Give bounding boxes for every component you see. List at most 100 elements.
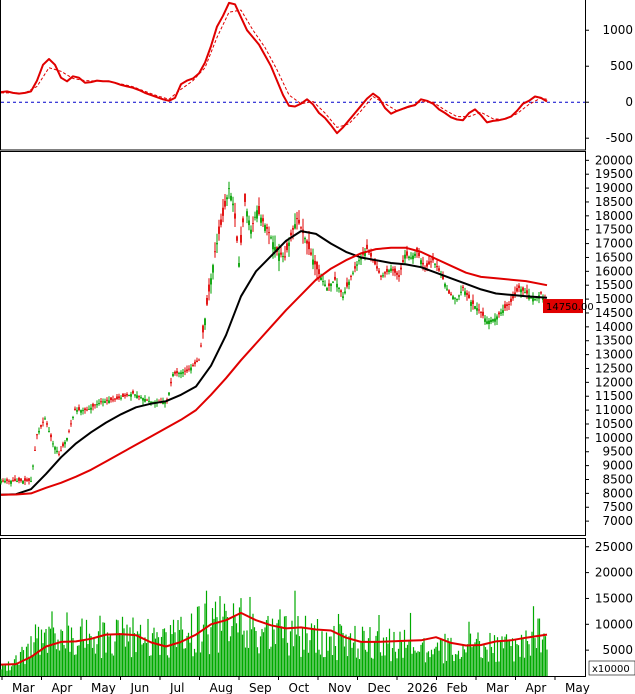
volume-bar	[369, 627, 371, 676]
candle-body	[486, 321, 488, 324]
candle-body	[384, 272, 386, 274]
volume-bar	[487, 661, 490, 676]
volume-bar	[457, 650, 460, 676]
volume-bar	[393, 631, 395, 676]
volume-bar	[522, 638, 524, 676]
volume-bar	[247, 647, 250, 676]
candle-body	[294, 224, 296, 229]
volume-bar	[355, 657, 358, 676]
volume-bar	[213, 618, 215, 676]
volume-bar	[390, 661, 392, 676]
volume-bar	[15, 655, 17, 676]
candle-body	[348, 281, 350, 285]
candle-body	[458, 295, 460, 297]
volume-bar	[420, 644, 422, 676]
volume-bar	[18, 664, 20, 676]
candle-body	[20, 478, 22, 481]
volume-bar	[489, 632, 491, 676]
volume-bar	[67, 625, 70, 676]
candle-body	[378, 270, 380, 273]
volume-bar	[543, 633, 545, 676]
candle-body	[266, 227, 268, 229]
x-tick-label: Mar	[12, 681, 35, 694]
candle-body	[436, 266, 438, 268]
volume-bar	[90, 635, 92, 676]
volume-bar	[409, 612, 412, 676]
volume-bar	[16, 663, 19, 676]
volume-bar	[463, 649, 466, 676]
candle-body	[314, 260, 316, 265]
volume-bar	[456, 654, 458, 676]
volume-bar	[66, 612, 68, 676]
volume-bar	[40, 629, 43, 676]
candle-body	[104, 401, 106, 403]
volume-bar	[136, 631, 139, 676]
volume-bar	[70, 627, 73, 676]
candle-body	[500, 312, 502, 314]
candle-body	[176, 371, 178, 374]
volume-bar	[142, 643, 145, 676]
candle-body	[344, 291, 346, 294]
volume-bar	[301, 628, 304, 676]
volume-bar	[483, 645, 485, 676]
candle-body	[236, 236, 238, 241]
oscillator-line-2	[1, 9, 548, 128]
candle-body	[18, 477, 20, 481]
volume-bar	[246, 630, 248, 676]
volume-bar	[352, 642, 355, 676]
volume-bar	[265, 620, 268, 676]
volume-bar	[495, 661, 497, 676]
candle-body	[28, 478, 30, 481]
candle-body	[206, 297, 208, 305]
volume-bar	[241, 634, 244, 676]
candle-body	[502, 310, 504, 313]
volume-bar	[445, 660, 448, 676]
candle-body	[138, 396, 140, 398]
candle-body	[244, 193, 246, 202]
volume-bar	[145, 642, 148, 676]
candle-body	[462, 286, 464, 288]
price-y-tick-label: 17500	[595, 223, 633, 237]
volume-bar	[64, 648, 67, 676]
volume-bar	[460, 656, 463, 676]
volume-bar	[141, 644, 143, 676]
volume-bar	[415, 652, 418, 676]
candle-body	[132, 391, 134, 394]
volume-bar	[97, 631, 100, 676]
candle-body	[122, 393, 124, 397]
candle-body	[182, 372, 184, 374]
volume-bar	[318, 649, 320, 676]
candle-body	[8, 480, 10, 482]
candle-body	[190, 367, 192, 371]
candle-body	[80, 410, 82, 413]
price-y-tick-label: 16500	[595, 250, 633, 264]
volume-bar	[403, 629, 406, 676]
candle-body	[6, 479, 8, 481]
candle-body	[246, 211, 248, 217]
volume-bar	[124, 646, 127, 676]
volume-bar	[504, 636, 506, 676]
candle-body	[504, 304, 506, 309]
candle-body	[26, 479, 28, 481]
volume-bar	[240, 598, 242, 676]
volume-bar	[235, 623, 238, 676]
candle-body	[112, 399, 114, 401]
candle-body	[410, 257, 412, 259]
price-y-tick-label: 9500	[602, 445, 633, 459]
candle-body	[284, 256, 286, 258]
volume-bar	[151, 633, 154, 676]
volume-bar	[175, 647, 178, 676]
volume-bar	[370, 657, 373, 676]
volume-bar	[205, 590, 208, 676]
candle-body	[82, 410, 84, 412]
volume-bar	[544, 636, 547, 676]
volume-bar	[138, 633, 140, 676]
candle-body	[522, 287, 524, 291]
candle-body	[88, 408, 90, 410]
candle-body	[358, 260, 360, 262]
candle-body	[298, 219, 300, 224]
volume-bar	[282, 638, 284, 676]
volume-bar	[229, 636, 232, 676]
candle-body	[146, 399, 148, 401]
candle-body	[482, 311, 484, 316]
